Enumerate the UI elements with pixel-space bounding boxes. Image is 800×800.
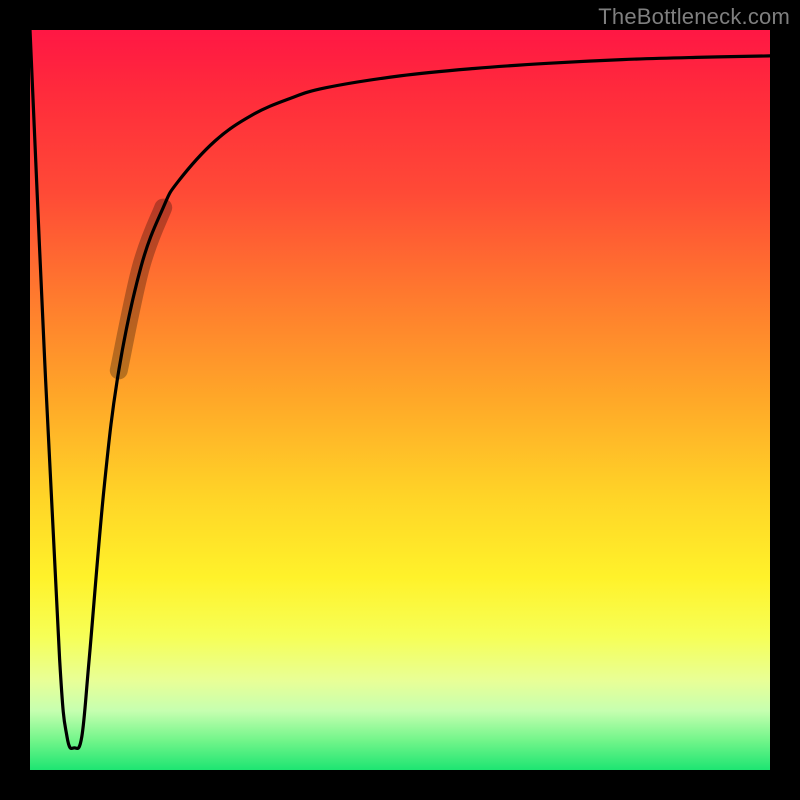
- bottleneck-curve-highlight: [119, 208, 163, 371]
- curve-layer: [30, 30, 770, 770]
- attribution-text: TheBottleneck.com: [598, 4, 790, 30]
- chart-frame: TheBottleneck.com: [0, 0, 800, 800]
- bottleneck-curve: [30, 30, 770, 749]
